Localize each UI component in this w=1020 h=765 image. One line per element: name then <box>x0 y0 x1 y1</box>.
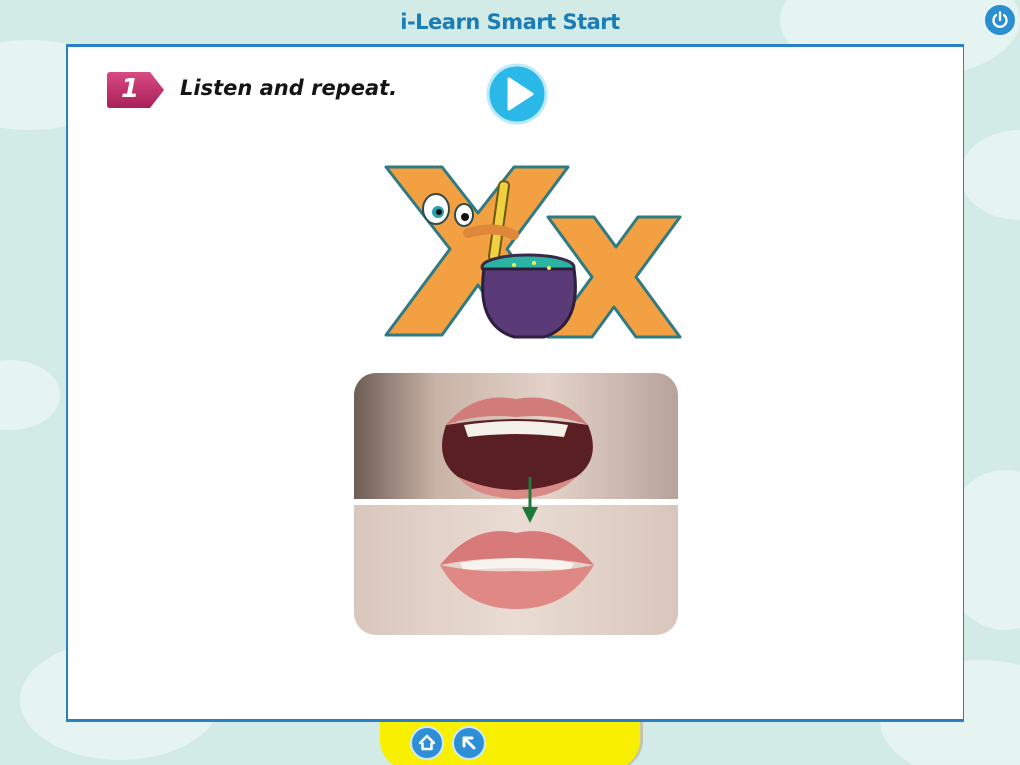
bg-cloud <box>960 130 1020 220</box>
step-number: 1 <box>121 74 140 104</box>
home-button[interactable] <box>410 726 444 760</box>
bg-cloud <box>0 360 60 430</box>
back-arrow-icon <box>462 736 476 750</box>
power-button[interactable] <box>983 3 1017 37</box>
play-icon <box>486 63 548 125</box>
mouth-shape-photo <box>354 373 678 635</box>
app-title: i-Learn Smart Start <box>400 10 620 34</box>
step-badge: 1 <box>106 69 168 111</box>
home-icon <box>418 734 436 751</box>
bottom-nav-bar <box>380 722 640 765</box>
back-button[interactable] <box>452 726 486 760</box>
power-icon <box>992 11 1008 29</box>
exercise-page: 1 Listen and repeat. <box>66 44 964 722</box>
letter-xx-illustration <box>364 155 694 355</box>
play-audio-button[interactable] <box>486 63 548 125</box>
instruction-text: Listen and repeat. <box>180 76 398 100</box>
